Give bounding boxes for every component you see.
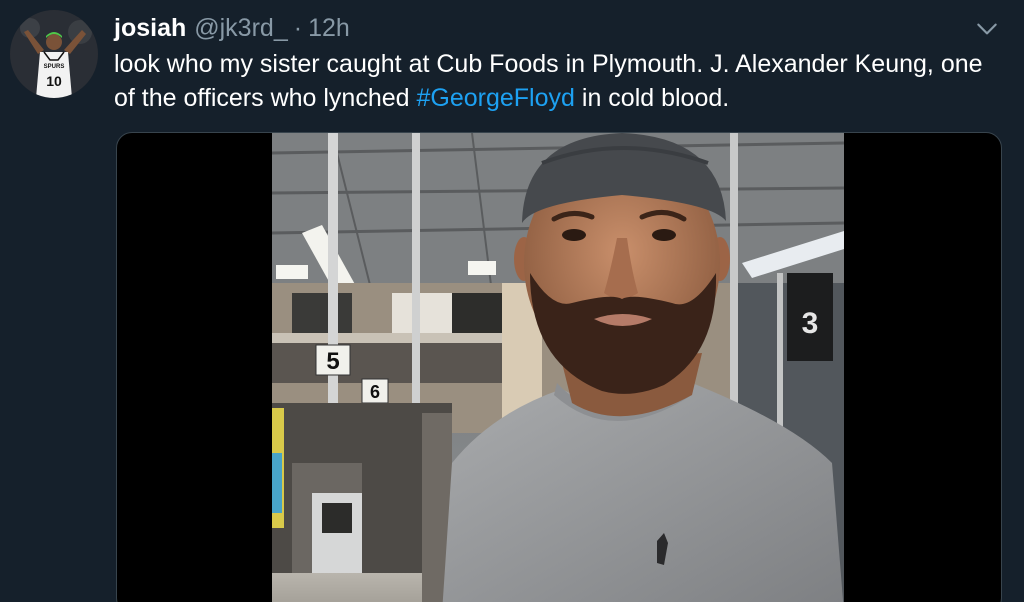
- aisle-sign-6: 6: [370, 382, 380, 402]
- user-name[interactable]: josiah: [114, 10, 186, 46]
- video-player[interactable]: 3 5 6: [272, 133, 844, 602]
- tweet-text-part2: in cold blood.: [574, 84, 730, 112]
- avatar-jersey-number: 10: [46, 73, 62, 89]
- aisle-sign-3: 3: [802, 307, 819, 340]
- avatar[interactable]: SPURS 10: [10, 10, 98, 98]
- separator-dot: ·: [293, 14, 303, 42]
- avatar-image: SPURS 10: [10, 10, 98, 98]
- user-handle[interactable]: @jk3rd_: [194, 10, 287, 46]
- aisle-sign-5: 5: [326, 348, 339, 375]
- tweet-header: josiah @jk3rd_ · 12h: [114, 10, 350, 46]
- timestamp[interactable]: 12h: [308, 10, 350, 46]
- tweet: SPURS 10 josiah @jk3rd_ · 12h look who m…: [0, 0, 1024, 602]
- hashtag-link[interactable]: #GeorgeFloyd: [417, 84, 575, 112]
- tweet-text: look who my sister caught at Cub Foods i…: [114, 47, 1004, 115]
- chevron-down-icon: [977, 23, 997, 35]
- video-frame: 3 5 6: [272, 133, 844, 602]
- more-options-button[interactable]: [974, 16, 1000, 42]
- media-container: 3 5 6: [116, 132, 1002, 602]
- svg-text:SPURS: SPURS: [44, 64, 65, 70]
